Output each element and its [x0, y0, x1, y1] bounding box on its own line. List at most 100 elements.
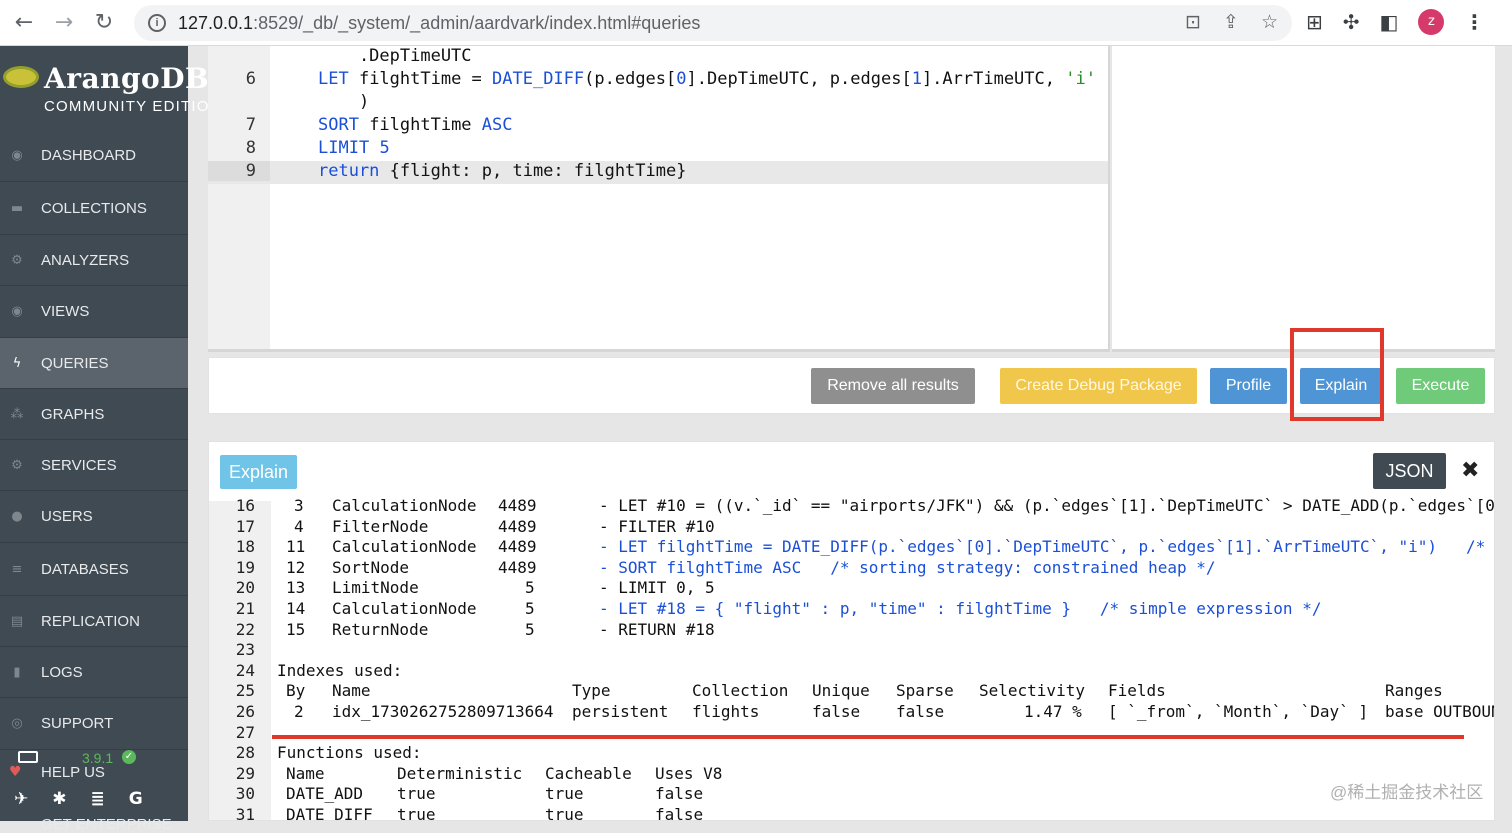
sidebar-item-label: LOGS — [41, 663, 83, 681]
twitter-icon[interactable]: ✈ — [14, 789, 28, 809]
result-cell: - LET #10 = ((v.`_id` == "airports/JFK")… — [599, 496, 1495, 515]
result-cell: Name — [332, 681, 371, 701]
line-number: 27 — [235, 722, 255, 742]
execute-button[interactable]: Execute — [1396, 368, 1485, 404]
line-number: 30 — [235, 784, 255, 804]
bolt-icon: ϟ — [12, 355, 22, 371]
reload-icon[interactable]: ↻ — [84, 10, 124, 35]
result-cell: SortNode — [332, 557, 410, 577]
highlight-annotation-underline — [272, 735, 1464, 739]
share-icon[interactable]: ⇪ — [1223, 11, 1239, 33]
menu-kebab-icon[interactable]: ⋮ — [1464, 10, 1484, 34]
google-icon[interactable]: G — [129, 789, 143, 809]
result-cell: 4489 — [498, 537, 537, 557]
json-toggle-button[interactable]: JSON — [1373, 453, 1446, 489]
sidebar-item-label: SUPPORT — [41, 715, 114, 732]
site-info-icon[interactable]: i — [148, 14, 166, 32]
profile-button[interactable]: Profile — [1210, 368, 1287, 404]
eye-icon: ◉ — [11, 304, 23, 319]
sidebar-item-replication[interactable]: ▤ REPLICATION — [0, 596, 188, 647]
sitemap-icon: ⁂ — [10, 406, 24, 422]
result-cell: false — [896, 702, 945, 721]
sidebar-item-logs[interactable]: ▮ LOGS — [0, 647, 188, 698]
sidebar-item-support[interactable]: ◎ SUPPORT — [0, 698, 188, 750]
server-icon: ▤ — [10, 613, 24, 629]
result-cell: 13 — [286, 578, 306, 598]
result-line: 31 DATE_DIFF true true false — [209, 805, 1494, 821]
profile-avatar[interactable]: z — [1418, 9, 1445, 35]
sidebar-item-label: USERS — [41, 508, 93, 525]
keyboard-icon[interactable] — [18, 751, 38, 763]
result-line: 19 12 SortNode 4489 - SORT filghtTime ASC /*… — [209, 557, 1494, 578]
logo-edition: COMMUNITY EDITION — [44, 98, 222, 115]
sidebar-item-databases[interactable]: ≡ DATABASES — [0, 543, 188, 596]
result-cell: - LIMIT 0, 5 — [599, 578, 715, 598]
sidebar: ArangoDB COMMUNITY EDITION ◉ DASHBOARD ▬ CO… — [0, 46, 220, 833]
result-cell: Sparse — [896, 681, 954, 701]
avocado-logo-icon — [3, 66, 39, 88]
result-cell: By — [286, 681, 306, 701]
sidebar-item-label: DASHBOARD — [41, 147, 137, 164]
line-number: 29 — [235, 763, 255, 783]
sidebar-item-users[interactable]: ● USERS — [0, 491, 188, 543]
editor-line[interactable]: .DepTimeUTC — [208, 46, 1108, 69]
forward-icon[interactable]: → — [44, 10, 84, 35]
editor-line[interactable]: ) — [208, 92, 1108, 115]
stackoverflow-icon[interactable]: ≣ — [91, 789, 105, 809]
result-cell: true — [545, 805, 584, 821]
slack-icon[interactable]: ✱ — [52, 789, 66, 809]
editor-line[interactable]: 7 SORT filghtTime ASC — [208, 115, 1108, 138]
sidebar-item-graphs[interactable]: ⁂ GRAPHS — [0, 389, 188, 440]
arangodb-logo[interactable]: ArangoDB COMMUNITY EDITION — [0, 46, 220, 130]
remove-all-results-button[interactable]: Remove all results — [811, 368, 975, 404]
editor-line[interactable]: 8 LIMIT 5 — [208, 138, 1108, 161]
bind-parameters-pane[interactable] — [1112, 46, 1495, 352]
result-cell: true — [545, 784, 584, 804]
line-number: 31 — [235, 805, 255, 821]
bookmark-star-icon[interactable]: ☆ — [1261, 11, 1278, 33]
extensions-puzzle-icon[interactable]: ✣ — [1343, 10, 1360, 34]
address-bar[interactable]: i 127.0.0.1:8529/_db/_system/_admin/aard… — [134, 5, 1292, 41]
result-cell: 15 — [286, 619, 306, 639]
result-cell: true — [397, 784, 436, 804]
code-text: SORT filghtTime ASC — [318, 115, 513, 135]
sidebar-item-queries[interactable]: ϟ QUERIES — [0, 338, 188, 389]
sidebar-item-collections[interactable]: ▬ COLLECTIONS — [0, 182, 188, 235]
code-text: return {flight: p, time: filghtTime} — [318, 161, 687, 181]
close-result-icon[interactable]: ✖ — [1461, 458, 1479, 483]
sidebar-item-label: DATABASES — [41, 560, 129, 578]
sidebar-item-label: REPLICATION — [41, 612, 140, 630]
aql-editor[interactable]: .DepTimeUTC 6 LET filghtTime = DATE_DIFF(p… — [208, 46, 1110, 352]
editor-line[interactable]: 9 return {flight: p, time: filghtTime} — [208, 161, 1108, 184]
result-cell: flights — [692, 702, 760, 721]
result-cell: 14 — [286, 599, 306, 618]
result-cell: false — [655, 805, 704, 821]
line-number: 8 — [245, 138, 256, 158]
result-line: 24 Indexes used: — [209, 661, 1494, 681]
version-ok-icon: ✓ — [122, 750, 136, 764]
result-cell: CalculationNode — [332, 496, 477, 515]
sidebar-item-views[interactable]: ◉ VIEWS — [0, 286, 188, 338]
result-cell: Unique — [812, 681, 870, 701]
lifebuoy-icon: ◎ — [11, 716, 23, 731]
back-icon[interactable]: ← — [4, 10, 44, 35]
result-cell: Ranges — [1385, 681, 1443, 701]
sidebar-item-services[interactable]: ⚙ SERVICES — [0, 440, 188, 491]
result-cell: 1.47 % — [1024, 702, 1082, 721]
sidepanel-icon[interactable]: ◧ — [1380, 10, 1399, 34]
get-enterprise-link[interactable]: GET ENTERPRISE — [41, 816, 172, 833]
result-cell: false — [812, 702, 861, 721]
sidebar-item-label: GRAPHS — [41, 405, 105, 423]
sidebar-item-analyzers[interactable]: ⚙ ANALYZERS — [0, 235, 188, 286]
sidebar-item-dashboard[interactable]: ◉ DASHBOARD — [0, 130, 188, 182]
translate-icon[interactable]: ⊡ — [1185, 11, 1201, 33]
extension-screenshot-icon[interactable]: ⊞ — [1306, 10, 1323, 34]
help-us-link[interactable]: HELP US — [41, 764, 105, 781]
line-number: 7 — [245, 115, 256, 135]
create-debug-package-button[interactable]: Create Debug Package — [1000, 368, 1197, 404]
result-cell: LimitNode — [332, 578, 419, 598]
result-line: 26 2 idx_1730262752809713664 persistent flig… — [209, 702, 1494, 722]
sidebar-item-label: QUERIES — [41, 354, 109, 372]
result-line: 17 4 FilterNode 4489 - FILTER #10 — [209, 517, 1494, 537]
editor-line[interactable]: 6 LET filghtTime = DATE_DIFF(p.edges[0].D… — [208, 69, 1108, 92]
